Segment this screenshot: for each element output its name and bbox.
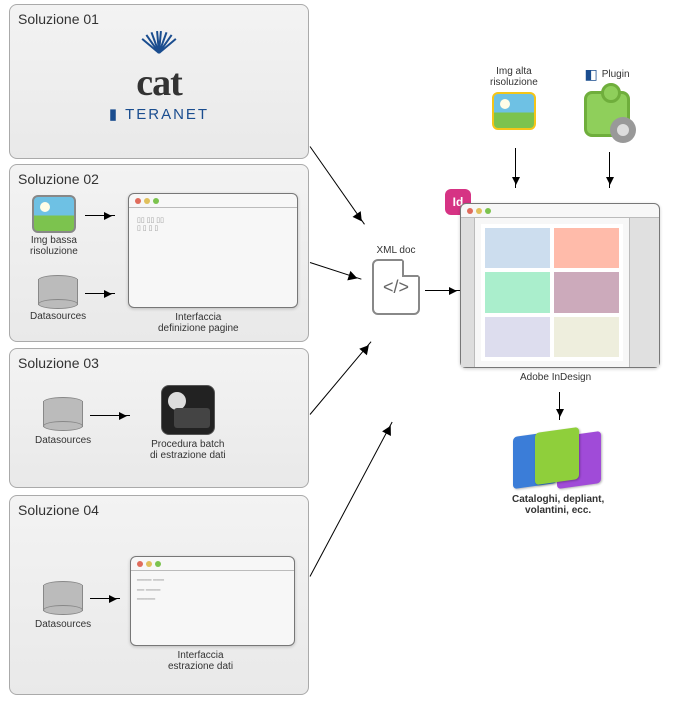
low-res-image-block: Img bassa risoluzione	[30, 195, 78, 257]
image-icon	[492, 92, 536, 130]
fan-icon	[119, 31, 199, 59]
db-label: Datasources	[35, 435, 91, 446]
brand-sub: ▮ TERANET	[18, 105, 300, 123]
output-label: Cataloghi, depliant, volantini, ecc.	[512, 494, 604, 516]
img-label: Img bassa risoluzione	[30, 235, 78, 257]
arrow-icon	[310, 422, 393, 577]
db-label: Datasources	[30, 311, 86, 322]
image-icon	[32, 195, 76, 233]
arrow-icon	[515, 148, 516, 188]
arrow-icon	[425, 290, 460, 291]
db-label: Datasources	[35, 619, 91, 630]
arrow-icon	[559, 392, 560, 420]
arrow-icon	[310, 146, 365, 224]
datasources-block: Datasources	[35, 397, 91, 446]
xml-label: XML doc	[376, 245, 415, 256]
page-definition-ui: ▯▯ ▯▯ ▯▯▯ ▯ ▯ ▯	[128, 193, 298, 308]
high-res-image-block: Img alta risoluzione	[490, 66, 538, 130]
panel-title: Soluzione 02	[18, 171, 300, 187]
panel-title: Soluzione 03	[18, 355, 300, 371]
batch-procedure-block: Procedura batch di estrazione dati	[150, 385, 226, 461]
ui-label: Interfaccia estrazione dati	[168, 650, 233, 672]
indesign-window	[460, 203, 660, 368]
xml-doc-block: XML doc </>	[372, 245, 420, 315]
brand-main: cat	[18, 61, 300, 105]
img-hi-label: Img alta risoluzione	[490, 66, 538, 88]
plugin-block: ◧Plugin	[584, 66, 630, 137]
arrow-icon	[609, 152, 610, 188]
panel-title: Soluzione 04	[18, 502, 300, 518]
plugin-label: Plugin	[602, 69, 630, 80]
arrow-icon	[310, 262, 362, 280]
arrow-icon	[310, 341, 372, 414]
database-icon	[43, 397, 83, 431]
batch-icon	[161, 385, 215, 435]
ui-label: Interfaccia definizione pagine	[158, 312, 239, 334]
panel-soluzione-01: Soluzione 01 cat ▮ TERANET	[9, 4, 309, 159]
database-icon	[38, 275, 78, 309]
arrow-icon	[90, 598, 120, 599]
arrow-icon	[85, 293, 115, 294]
datasources-block: Datasources	[35, 581, 91, 630]
xml-doc-icon: </>	[372, 259, 420, 315]
arrow-icon	[85, 215, 115, 216]
panel-soluzione-02: Soluzione 02 Img bassa risoluzione Datas…	[9, 164, 309, 342]
arrow-icon	[90, 415, 130, 416]
panel-soluzione-04: Soluzione 04 Datasources ━━━━ ━━━━━ ━━━━…	[9, 495, 309, 695]
panel-title: Soluzione 01	[18, 11, 300, 27]
database-icon	[43, 581, 83, 615]
datasources-block: Datasources	[30, 275, 86, 322]
cat-teranet-logo: cat ▮ TERANET	[18, 31, 300, 123]
indesign-label: Adobe InDesign	[520, 372, 591, 383]
panel-soluzione-03: Soluzione 03 Datasources Procedura batch…	[9, 348, 309, 488]
output-block: Cataloghi, depliant, volantini, ecc.	[512, 428, 604, 516]
proc-label: Procedura batch di estrazione dati	[150, 439, 226, 461]
catalogs-icon	[513, 428, 603, 488]
plugin-icon	[584, 91, 630, 137]
data-extraction-ui: ━━━━ ━━━━━ ━━━━━━━━━	[130, 556, 295, 646]
